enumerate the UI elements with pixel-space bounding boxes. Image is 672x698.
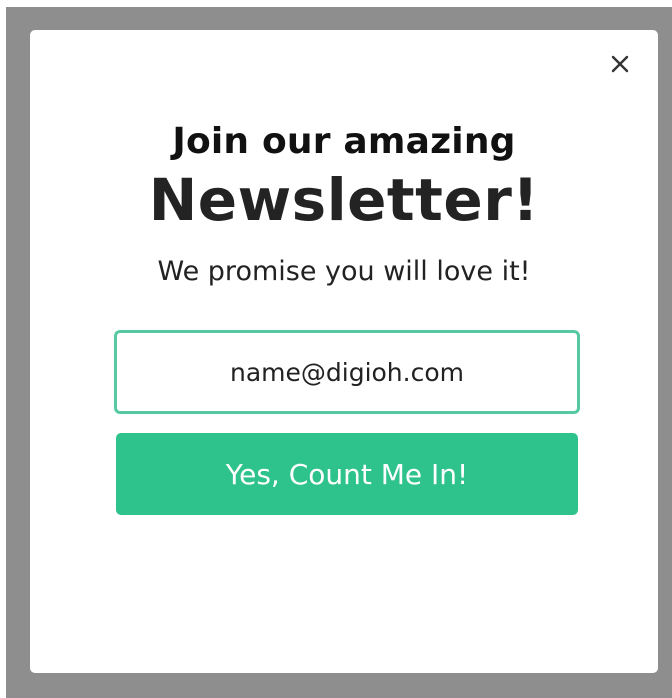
subscribe-button[interactable]: Yes, Count Me In! [116,433,578,515]
close-icon [611,55,629,73]
left-edge [0,0,6,698]
top-edge [0,0,672,7]
page-title: Newsletter! [148,166,540,234]
newsletter-modal: Join our amazing Newsletter! We promise … [30,30,658,673]
email-field[interactable] [114,330,580,414]
close-button[interactable] [608,52,632,76]
subheading: We promise you will love it! [157,256,531,287]
page-overlay: Join our amazing Newsletter! We promise … [0,0,672,698]
heading-small: Join our amazing [172,121,516,162]
